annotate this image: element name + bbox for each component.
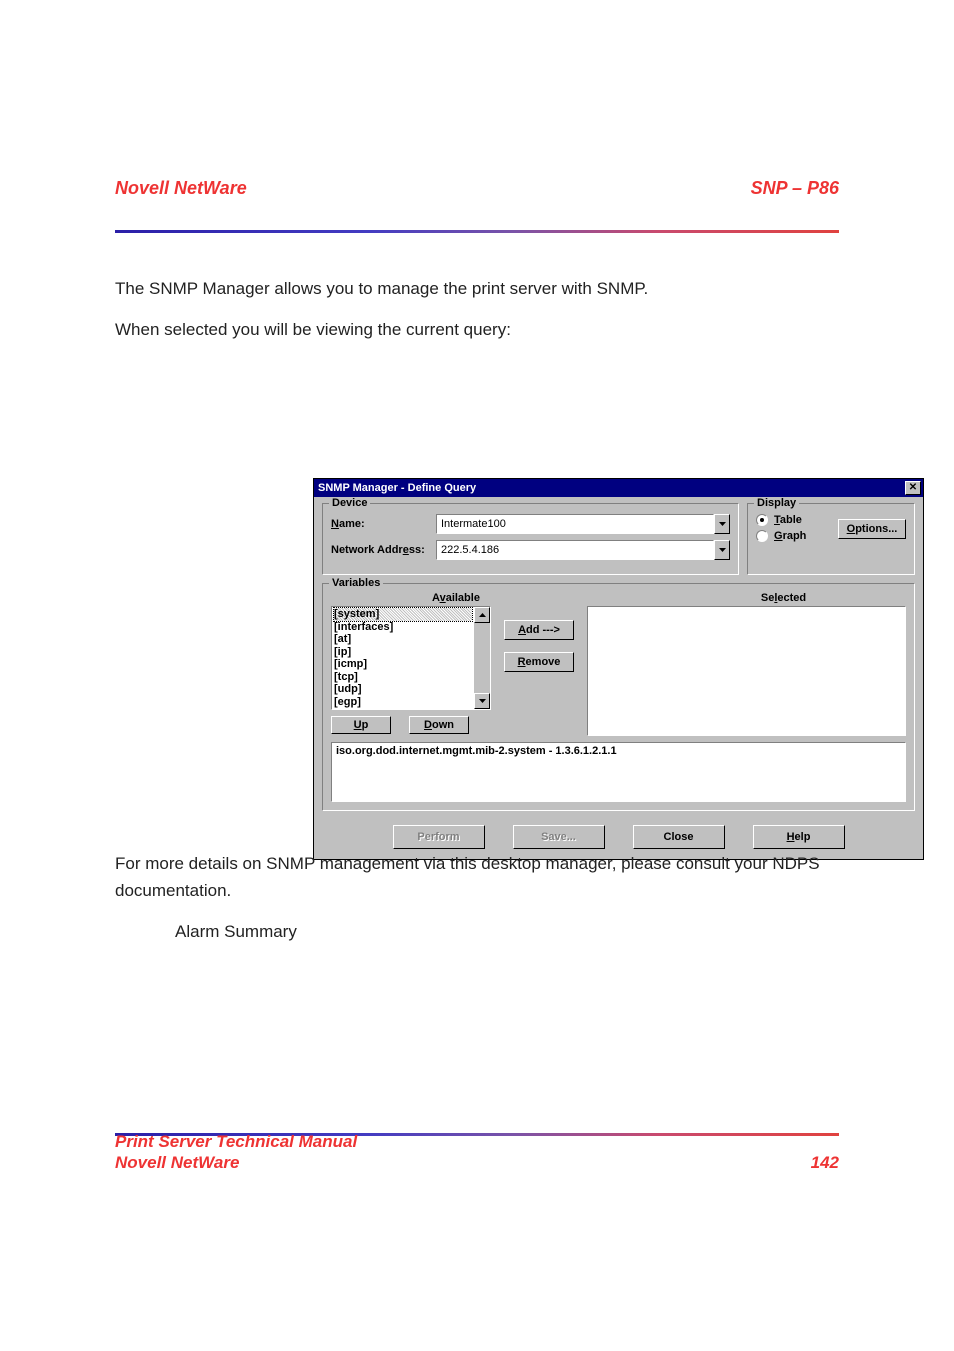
display-group: Display Table Graph Optio: [747, 503, 915, 575]
footer-left: Print Server Technical Manual Novell Net…: [115, 1131, 357, 1174]
perform-button: Perform: [393, 825, 485, 849]
display-graph-radio[interactable]: Graph: [756, 530, 806, 542]
scroll-down-icon[interactable]: [474, 693, 490, 709]
list-item[interactable]: [egp]: [334, 696, 472, 709]
header-right: SNP – P86: [751, 178, 839, 199]
top-divider: [115, 230, 839, 233]
selected-header: Selected: [661, 592, 906, 604]
list-item[interactable]: [ip]: [334, 646, 472, 659]
help-button[interactable]: Help: [753, 825, 845, 849]
close-icon: ✕: [909, 483, 917, 493]
save-button: Save...: [513, 825, 605, 849]
scroll-up-icon[interactable]: [474, 607, 490, 623]
address-combo[interactable]: [436, 540, 730, 560]
page-footer: Print Server Technical Manual Novell Net…: [115, 1131, 839, 1174]
paragraph: The SNMP Manager allows you to manage th…: [115, 275, 839, 302]
list-item[interactable]: [icmp]: [334, 658, 472, 671]
variables-group: Variables Available Selected [system] [i…: [322, 583, 915, 811]
scrollbar[interactable]: [474, 607, 490, 709]
paragraph: For more details on SNMP management via …: [115, 850, 839, 904]
up-button[interactable]: Up: [331, 716, 391, 734]
alarm-summary-heading: Alarm Summary: [175, 918, 839, 945]
name-input[interactable]: [436, 514, 714, 534]
display-group-label: Display: [754, 497, 799, 509]
add-button[interactable]: Add --->: [504, 620, 574, 640]
list-item[interactable]: [interfaces]: [334, 621, 472, 634]
address-input[interactable]: [436, 540, 714, 560]
footer-page-number: 142: [811, 1153, 839, 1173]
titlebar[interactable]: SNMP Manager - Define Query ✕: [314, 479, 923, 497]
device-group: Device Name: Network Address:: [322, 503, 739, 575]
window-title: SNMP Manager - Define Query: [318, 482, 476, 494]
chevron-down-icon[interactable]: [714, 540, 730, 560]
header-left: Novell NetWare: [115, 178, 247, 199]
device-group-label: Device: [329, 497, 370, 509]
body-text-top: The SNMP Manager allows you to manage th…: [115, 275, 839, 357]
address-label: Network Address:: [331, 544, 436, 556]
snmp-define-query-dialog: SNMP Manager - Define Query ✕ Device Nam…: [313, 478, 924, 860]
page-header: Novell NetWare SNP – P86: [115, 178, 839, 199]
list-item[interactable]: [udp]: [334, 683, 472, 696]
list-item[interactable]: [tcp]: [334, 671, 472, 684]
variables-group-label: Variables: [329, 577, 383, 589]
available-listbox[interactable]: [system] [interfaces] [at] [ip] [icmp] […: [331, 606, 491, 710]
body-text-bottom: For more details on SNMP management via …: [115, 850, 839, 960]
close-button[interactable]: ✕: [905, 481, 921, 495]
selected-listbox[interactable]: [587, 606, 906, 736]
options-button[interactable]: Options...: [838, 519, 906, 539]
radio-icon: [756, 530, 768, 542]
display-table-radio[interactable]: Table: [756, 514, 806, 526]
list-item[interactable]: [at]: [334, 633, 472, 646]
name-label: Name:: [331, 518, 436, 530]
list-item[interactable]: [system]: [334, 608, 472, 621]
available-header: Available: [331, 592, 581, 604]
chevron-down-icon[interactable]: [714, 514, 730, 534]
available-list-items[interactable]: [system] [interfaces] [at] [ip] [icmp] […: [332, 607, 474, 709]
name-combo[interactable]: [436, 514, 730, 534]
oid-path-display: iso.org.dod.internet.mgmt.mib-2.system -…: [331, 742, 906, 802]
close-button[interactable]: Close: [633, 825, 725, 849]
remove-button[interactable]: Remove: [504, 652, 574, 672]
paragraph: When selected you will be viewing the cu…: [115, 316, 839, 343]
radio-icon: [756, 514, 768, 526]
down-button[interactable]: Down: [409, 716, 469, 734]
